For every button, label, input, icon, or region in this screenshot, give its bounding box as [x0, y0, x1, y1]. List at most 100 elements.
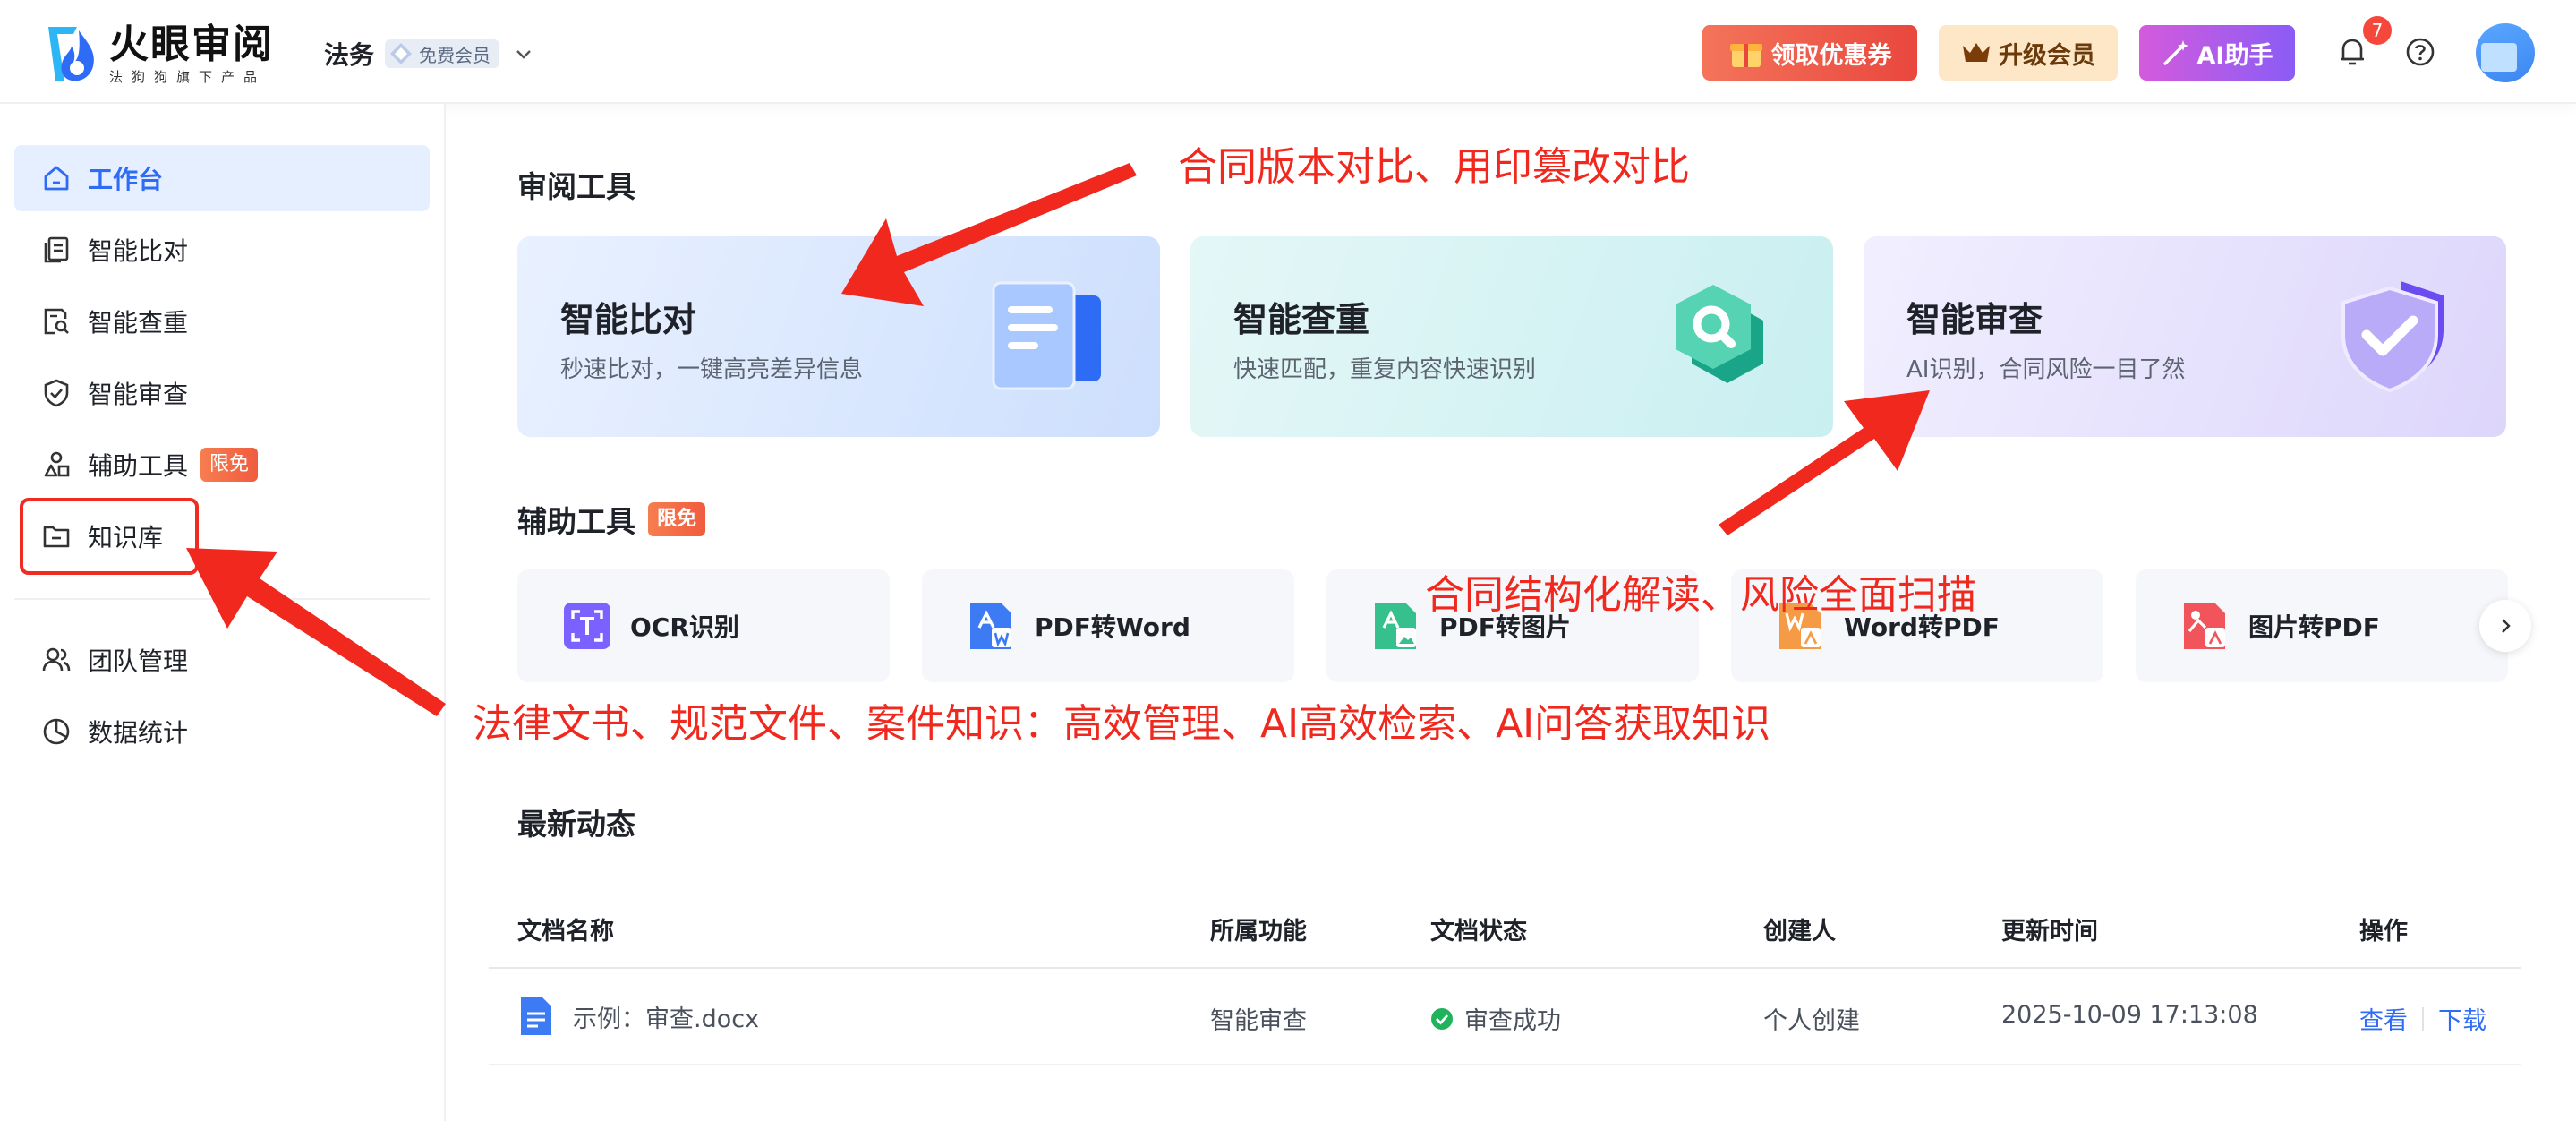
member-badge-label: 免费会员	[419, 44, 491, 66]
ocr-icon	[564, 603, 610, 649]
card-title: 智能查重	[1233, 300, 1370, 339]
org-switcher[interactable]: 法务 免费会员	[324, 34, 533, 73]
tool-pdf-to-word[interactable]: PDF转Word	[922, 569, 1294, 682]
help-icon[interactable]	[2404, 36, 2436, 68]
sidebar-item-compare[interactable]: 智能比对	[14, 217, 430, 283]
sidebar-item-dedup[interactable]: 智能查重	[14, 288, 430, 355]
pdf-to-word-icon	[970, 603, 1011, 649]
home-icon	[44, 166, 69, 191]
chevron-down-icon	[516, 50, 531, 59]
status-cell: 审查成功	[1430, 1001, 1561, 1036]
sidebar-item-label: 智能审查	[88, 380, 189, 409]
action-divider	[2422, 1006, 2424, 1031]
magic-wand-icon	[2162, 40, 2188, 65]
member-badge: 免费会员	[385, 39, 500, 68]
logo-title: 火眼审阅	[109, 21, 274, 67]
image-to-pdf-icon	[2184, 603, 2225, 649]
user-avatar[interactable]	[2476, 23, 2535, 82]
tools-next-button[interactable]	[2479, 600, 2531, 652]
aux-tools-title: 辅助工具 限免	[517, 498, 706, 541]
shield-check-icon	[44, 379, 69, 407]
tool-label: PDF转Word	[1035, 612, 1190, 642]
top-header: 火眼审阅 法狗狗旗下产品 法务 免费会员 领取优惠券 升级会员 AI助手 7	[0, 0, 2576, 104]
doc-name-cell[interactable]: 示例：审查.docx	[519, 996, 759, 1037]
shapes-icon	[44, 451, 70, 477]
flame-logo-icon	[48, 27, 94, 81]
card-title: 智能审查	[1906, 300, 2043, 339]
annotation-knowledge-base: 法律文书、规范文件、案件知识：高效管理、AI高效检索、AI问答获取知识	[473, 701, 1771, 747]
diamond-icon	[390, 43, 413, 64]
sidebar-item-label: 工作台	[88, 165, 164, 194]
upgrade-label: 升级会员	[1999, 41, 2095, 70]
sidebar: 工作台 智能比对 智能查重 智能审查 辅助工具 限免 知识库 团队管理 数据统计	[0, 104, 446, 1121]
gift-icon	[1729, 44, 1762, 67]
annotation-review: 合同结构化解读、风险全面扫描	[1425, 572, 1976, 618]
actions-cell: 查看 下载	[2359, 1001, 2486, 1036]
coupon-label: 领取优惠券	[1770, 41, 1892, 70]
hexagon-search-icon	[1676, 285, 1763, 383]
card-description: 快速匹配，重复内容快速识别	[1233, 356, 1537, 383]
sidebar-item-label: 数据统计	[88, 718, 189, 748]
sidebar-item-label: 智能查重	[88, 308, 189, 338]
ai-assistant-label: AI助手	[2196, 41, 2273, 70]
card-description: 秒速比对，一键高亮差异信息	[560, 356, 864, 383]
review-tools-title: 审阅工具	[517, 169, 635, 204]
ai-assistant-button[interactable]: AI助手	[2139, 25, 2295, 81]
notification-badge: 7	[2363, 16, 2392, 45]
shield-check-art-icon	[2341, 281, 2444, 393]
feature-cell: 智能审查	[1210, 1007, 1307, 1035]
creator-cell: 个人创建	[1763, 1007, 1860, 1035]
tool-ocr[interactable]: OCR识别	[517, 569, 890, 682]
compare-icon	[44, 236, 69, 263]
tool-label: OCR识别	[630, 612, 739, 642]
tool-label: 图片转PDF	[2248, 612, 2380, 642]
aux-tools-title-text: 辅助工具	[517, 504, 635, 539]
team-icon	[42, 647, 71, 672]
free-tag: 限免	[200, 448, 259, 482]
table-row[interactable]: 示例：审查.docx 智能审查 审查成功 个人创建 2025-10-09 17:…	[489, 971, 2521, 1065]
annotation-compare: 合同版本对比、用印篡改对比	[1178, 144, 1690, 190]
knowledge-base-highlight	[20, 498, 199, 575]
smart-dedup-card[interactable]: 智能查重 快速匹配，重复内容快速识别	[1190, 236, 1833, 437]
success-check-icon	[1431, 1007, 1453, 1030]
logo-subtitle: 法狗狗旗下产品	[109, 69, 267, 85]
chevron-right-icon	[2502, 619, 2511, 633]
sidebar-item-workbench[interactable]: 工作台	[14, 145, 430, 211]
view-link[interactable]: 查看	[2359, 1001, 2408, 1036]
sidebar-item-label: 智能比对	[88, 236, 189, 266]
sidebar-item-team[interactable]: 团队管理	[14, 627, 430, 693]
column-header: 操作	[2359, 918, 2408, 946]
upgrade-button[interactable]: 升级会员	[1939, 25, 2118, 81]
org-name: 法务	[324, 40, 375, 70]
brand-logo[interactable]: 火眼审阅 法狗狗旗下产品	[41, 20, 274, 88]
document-compare-icon	[992, 281, 1101, 390]
download-link[interactable]: 下载	[2438, 1001, 2486, 1036]
sidebar-item-label: 团队管理	[88, 646, 189, 676]
column-header: 更新时间	[2001, 918, 2098, 946]
pdf-to-image-icon	[1375, 603, 1416, 649]
card-description: AI识别，合同风险一目了然	[1906, 356, 2186, 383]
sidebar-divider	[14, 598, 430, 600]
column-header: 创建人	[1763, 918, 1836, 946]
search-doc-icon	[44, 308, 69, 335]
sidebar-item-aux-tools[interactable]: 辅助工具 限免	[14, 432, 430, 498]
smart-review-card[interactable]: 智能审查 AI识别，合同风险一目了然	[1864, 236, 2506, 437]
activity-table-header: 文档名称 所属功能 文档状态 创建人 更新时间 操作	[489, 886, 2521, 969]
document-icon	[521, 997, 551, 1035]
card-title: 智能比对	[560, 300, 697, 339]
bell-icon[interactable]	[2334, 34, 2370, 70]
sidebar-item-stats[interactable]: 数据统计	[14, 698, 430, 765]
sidebar-item-review[interactable]: 智能审查	[14, 360, 430, 426]
column-header: 所属功能	[1210, 918, 1307, 946]
column-header: 文档名称	[517, 918, 614, 946]
coupon-button[interactable]: 领取优惠券	[1702, 25, 1917, 81]
tool-image-to-pdf[interactable]: 图片转PDF	[2136, 569, 2508, 682]
activity-title: 最新动态	[517, 807, 635, 842]
sidebar-item-label: 辅助工具	[88, 451, 189, 481]
column-header: 文档状态	[1430, 918, 1527, 946]
free-tag: 限免	[648, 502, 706, 536]
crown-icon	[1963, 43, 1990, 62]
pie-chart-icon	[43, 718, 70, 745]
doc-name: 示例：审查.docx	[573, 1005, 760, 1033]
smart-compare-card[interactable]: 智能比对 秒速比对，一键高亮差异信息	[517, 236, 1160, 437]
